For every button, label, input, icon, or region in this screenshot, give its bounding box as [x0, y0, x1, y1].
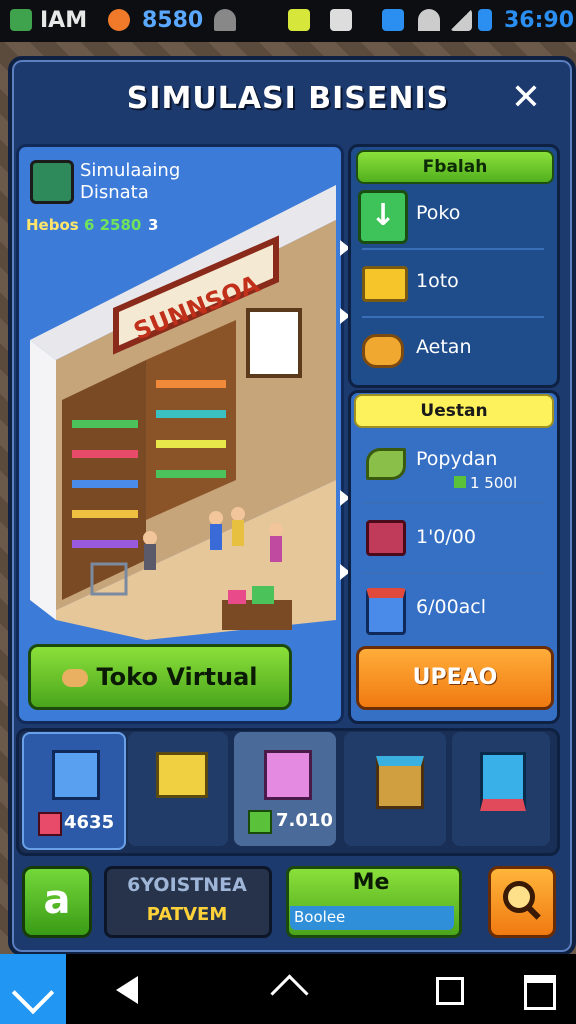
- action-a-button[interactable]: a: [22, 866, 92, 938]
- business-name-line2: Disnata: [80, 182, 149, 203]
- business-logo-icon: [30, 160, 74, 204]
- store-illustration: SUNNSOA: [30, 185, 336, 640]
- divider: [362, 502, 544, 504]
- clipboard-icon: [330, 9, 352, 31]
- gift-box-icon: [376, 756, 424, 809]
- inventory-slot[interactable]: [344, 732, 446, 846]
- carrier-label: IAM: [40, 8, 88, 33]
- panel-title: SIMULASI BISENIS: [126, 81, 450, 116]
- business-stat: Hebos 6 2580: [26, 216, 141, 234]
- system-sublabel: PATVEM: [146, 904, 228, 925]
- cloud-icon: [214, 9, 236, 31]
- leaf-icon: [366, 448, 406, 480]
- me-label: Me: [352, 870, 390, 895]
- status-app-text: 8580: [142, 8, 204, 33]
- pink-box-icon: [264, 750, 312, 800]
- crate-icon: [366, 588, 406, 635]
- inventory-slot[interactable]: 4635: [22, 732, 126, 850]
- blue-box-icon: [52, 750, 100, 800]
- leaf-cost-icon: [454, 476, 466, 488]
- back-icon: [116, 976, 138, 1004]
- actions-header: Fbalah: [356, 150, 554, 184]
- slot-value: 4635: [64, 812, 115, 833]
- basket-icon: [366, 520, 406, 556]
- gem-icon: [248, 810, 272, 834]
- store-side-wall: [30, 340, 56, 620]
- toko-virtual-label: Toko Virtual: [96, 663, 258, 691]
- me-sublabel: Boolee: [294, 908, 346, 926]
- menu-icon: [524, 975, 556, 1010]
- upgrade-button[interactable]: UPEAO: [356, 646, 554, 710]
- recents-icon: [436, 977, 464, 1005]
- bread-icon: [62, 669, 89, 687]
- menu-item-label: Aetan: [416, 336, 472, 358]
- battery-icon: [478, 9, 492, 31]
- upgrade-item-basket[interactable]: 1'0/00: [356, 508, 546, 568]
- yellow-box-icon: [156, 752, 208, 798]
- inventory-slot[interactable]: 7.010: [234, 732, 336, 846]
- back-button[interactable]: [108, 972, 148, 1008]
- divider: [362, 572, 544, 574]
- app-grid-icon: [10, 9, 32, 31]
- upgrade-item-label: 6/00acl: [416, 596, 487, 618]
- menu-item-stok[interactable]: 1oto: [356, 256, 546, 312]
- stat-value: 6 2580: [83, 216, 142, 234]
- menu-item-aetan[interactable]: Aetan: [356, 322, 546, 378]
- arrow-down-icon: ↓: [358, 190, 408, 244]
- upgrade-item-label: 1'0/00: [416, 526, 476, 548]
- upgrade-item-label: Popydan: [416, 448, 498, 470]
- toko-virtual-button[interactable]: Toko Virtual: [28, 644, 292, 710]
- close-button[interactable]: ✕: [504, 76, 548, 120]
- search-button[interactable]: [488, 866, 556, 938]
- bluetooth-icon: [382, 9, 404, 31]
- signal-icon: [450, 9, 472, 31]
- magnifier-handle: [525, 904, 541, 920]
- menu-button[interactable]: [520, 972, 560, 1010]
- home-icon: [270, 974, 309, 1013]
- upgrades-header: Uestan: [354, 394, 554, 428]
- running-icon: [288, 9, 310, 31]
- business-name-line1: Simulaaing: [80, 160, 181, 181]
- stat-label: Hebos: [26, 216, 79, 234]
- wall-poster: [246, 308, 302, 378]
- status-bar: IAM 8580 36:90: [0, 0, 576, 42]
- wifi-icon: [418, 9, 440, 31]
- notification-icon: [108, 9, 130, 31]
- slot-value: 7.010: [276, 810, 333, 831]
- clock: 36:90: [504, 8, 575, 33]
- home-button[interactable]: [268, 972, 309, 1013]
- gold-bars-icon: [362, 266, 408, 302]
- upgrade-item-crate[interactable]: 6/00acl: [356, 578, 546, 638]
- close-icon: ✕: [510, 77, 542, 118]
- menu-item-toko[interactable]: ↓ Poko: [356, 188, 546, 244]
- menu-item-label: 1oto: [416, 270, 459, 292]
- upgrade-item-value: 1 500l: [454, 474, 517, 492]
- product-table: [222, 600, 292, 630]
- pen-icon: [11, 971, 55, 1015]
- upgrade-item-popydan[interactable]: Popydan 1 500l: [356, 432, 546, 498]
- stat-count: 3: [148, 216, 159, 234]
- inventory-slot[interactable]: [452, 732, 550, 846]
- divider: [362, 316, 544, 318]
- coins-icon: [362, 334, 404, 368]
- divider: [362, 248, 544, 250]
- menu-item-label: Poko: [416, 202, 461, 224]
- ruby-icon: [38, 812, 62, 836]
- inventory-slot[interactable]: [128, 732, 228, 846]
- recents-button[interactable]: [430, 972, 470, 1008]
- red-block-icon: [480, 752, 526, 811]
- app-switcher-button[interactable]: [0, 954, 66, 1024]
- system-label: 6YOISTNEA: [127, 874, 247, 896]
